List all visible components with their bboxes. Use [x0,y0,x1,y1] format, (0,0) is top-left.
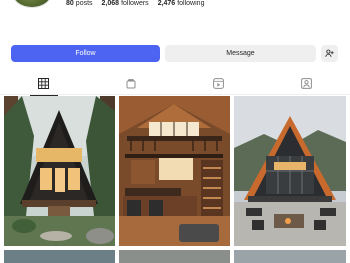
posts-label: posts [75,0,93,7]
profile-tabs [0,73,350,96]
tab-posts[interactable] [0,73,88,96]
following-stat[interactable]: 2,476 following [158,0,205,8]
followers-stat[interactable]: 2,068 followers [102,0,149,8]
follow-button[interactable]: Follow [11,45,160,62]
following-label: following [177,0,205,7]
posts-stat[interactable]: 80 posts [66,0,93,8]
a-frame-house-photo [234,96,346,246]
posts-grid [4,96,346,263]
post-thumbnail[interactable] [119,96,230,246]
tagged-icon [300,78,312,89]
tab-reels[interactable] [88,73,176,95]
tab-videos[interactable] [175,73,263,95]
posts-grid-next-row [4,250,346,263]
post-thumbnail[interactable] [4,250,115,263]
grid-icon [38,78,50,89]
following-count: 2,476 [157,0,176,7]
tab-tagged[interactable] [263,73,350,95]
post-thumbnail[interactable] [234,250,346,263]
followers-count: 2,068 [101,0,120,7]
reels-icon [126,79,136,89]
profile-actions: Follow Message [11,45,338,62]
post-thumbnail[interactable] [4,96,115,246]
message-button[interactable]: Message [165,45,316,62]
posts-count: 80 [66,0,74,7]
profile-stats: 80 posts 2,068 followers 2,476 following [66,0,204,8]
post-thumbnail[interactable] [234,96,346,246]
video-icon [213,78,225,89]
profile-avatar[interactable] [12,0,52,8]
suggested-users-button[interactable] [321,45,338,62]
cabin-interior-photo [119,96,230,246]
cabin-forest-photo [4,96,115,246]
followers-label: followers [121,0,149,7]
post-thumbnail[interactable] [119,250,230,263]
add-person-icon [325,49,334,57]
